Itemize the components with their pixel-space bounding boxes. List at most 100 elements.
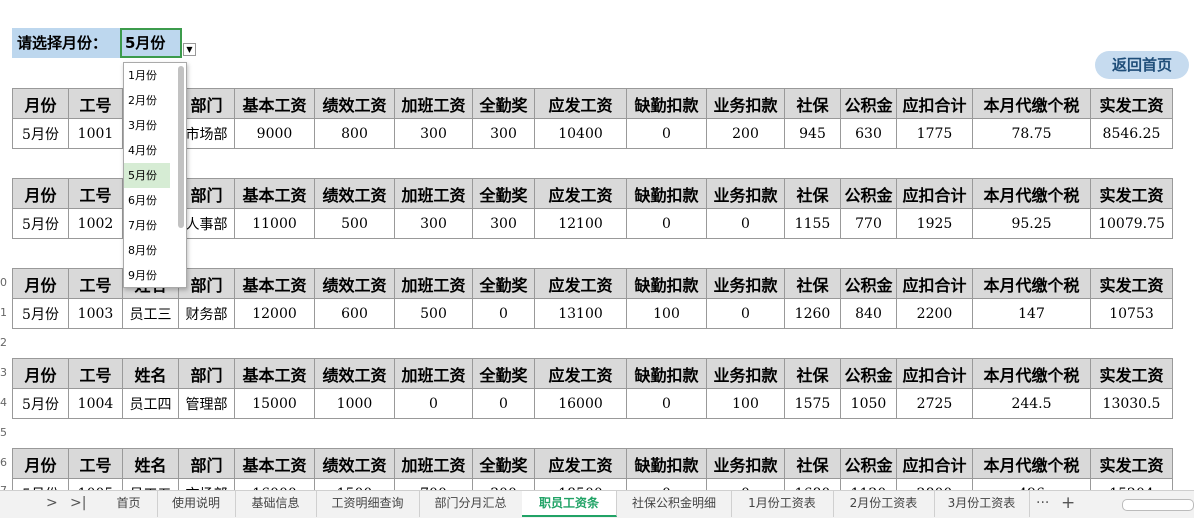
dropdown-option[interactable]: 3月份 bbox=[124, 113, 170, 138]
row-number[interactable]: 4 bbox=[0, 396, 12, 409]
header-cell[interactable]: 公积金 bbox=[840, 268, 897, 299]
value-cell[interactable]: 管理部 bbox=[178, 388, 235, 419]
row-number[interactable]: 2 bbox=[0, 336, 12, 349]
header-cell[interactable]: 工号 bbox=[68, 358, 123, 389]
value-cell[interactable]: 300 bbox=[472, 118, 535, 149]
header-cell[interactable]: 月份 bbox=[12, 358, 69, 389]
header-cell[interactable]: 业务扣款 bbox=[706, 358, 785, 389]
header-cell[interactable]: 月份 bbox=[12, 268, 69, 299]
header-cell[interactable]: 基本工资 bbox=[234, 358, 315, 389]
dropdown-option[interactable]: 2月份 bbox=[124, 88, 170, 113]
header-cell[interactable]: 缺勤扣款 bbox=[626, 178, 707, 209]
value-cell[interactable]: 16000 bbox=[534, 388, 627, 419]
sheet-tab[interactable]: 基础信息 bbox=[235, 491, 317, 517]
value-cell[interactable]: 13100 bbox=[534, 298, 627, 329]
value-cell[interactable]: 1925 bbox=[896, 208, 973, 239]
header-cell[interactable]: 应发工资 bbox=[534, 178, 627, 209]
value-cell[interactable]: 2200 bbox=[896, 298, 973, 329]
dropdown-option[interactable]: 8月份 bbox=[124, 238, 170, 263]
header-cell[interactable]: 加班工资 bbox=[394, 448, 473, 479]
value-cell[interactable]: 10400 bbox=[534, 118, 627, 149]
header-cell[interactable]: 加班工资 bbox=[394, 358, 473, 389]
value-cell[interactable]: 0 bbox=[626, 208, 707, 239]
value-cell[interactable]: 1260 bbox=[784, 298, 841, 329]
header-cell[interactable]: 公积金 bbox=[840, 448, 897, 479]
header-cell[interactable]: 业务扣款 bbox=[706, 178, 785, 209]
value-cell[interactable]: 1050 bbox=[840, 388, 897, 419]
header-cell[interactable]: 应发工资 bbox=[534, 88, 627, 119]
value-cell[interactable]: 600 bbox=[314, 298, 395, 329]
header-cell[interactable]: 部门 bbox=[178, 448, 235, 479]
value-cell[interactable]: 员工四 bbox=[122, 388, 179, 419]
header-cell[interactable]: 实发工资 bbox=[1090, 448, 1173, 479]
sheet-tab[interactable]: 1月份工资表 bbox=[731, 491, 834, 517]
value-cell[interactable]: 12100 bbox=[534, 208, 627, 239]
header-cell[interactable]: 公积金 bbox=[840, 358, 897, 389]
dropdown-option[interactable]: 5月份 bbox=[124, 163, 170, 188]
value-cell[interactable]: 770 bbox=[840, 208, 897, 239]
header-cell[interactable]: 月份 bbox=[12, 178, 69, 209]
header-cell[interactable]: 绩效工资 bbox=[314, 448, 395, 479]
dropdown-option[interactable]: 6月份 bbox=[124, 188, 170, 213]
value-cell[interactable]: 300 bbox=[394, 208, 473, 239]
sheet-tab[interactable]: 社保公积金明细 bbox=[617, 491, 732, 517]
sheet-tab[interactable]: 3月份工资表 bbox=[934, 491, 1030, 517]
header-cell[interactable]: 应扣合计 bbox=[896, 358, 973, 389]
value-cell[interactable]: 1000 bbox=[314, 388, 395, 419]
header-cell[interactable]: 社保 bbox=[784, 358, 841, 389]
header-cell[interactable]: 应发工资 bbox=[534, 448, 627, 479]
value-cell[interactable]: 100 bbox=[626, 298, 707, 329]
header-cell[interactable]: 实发工资 bbox=[1090, 88, 1173, 119]
dropdown-option[interactable]: 9月份 bbox=[124, 263, 170, 288]
sheet-tab[interactable]: 首页 bbox=[100, 491, 158, 517]
value-cell[interactable]: 5月份 bbox=[12, 118, 69, 149]
header-cell[interactable]: 加班工资 bbox=[394, 178, 473, 209]
header-cell[interactable]: 公积金 bbox=[840, 88, 897, 119]
value-cell[interactable]: 945 bbox=[784, 118, 841, 149]
header-cell[interactable]: 业务扣款 bbox=[706, 268, 785, 299]
header-cell[interactable]: 本月代缴个税 bbox=[972, 358, 1091, 389]
value-cell[interactable]: 1575 bbox=[784, 388, 841, 419]
sheet-tab[interactable]: 工资明细查询 bbox=[316, 491, 420, 517]
header-cell[interactable]: 基本工资 bbox=[234, 88, 315, 119]
header-cell[interactable]: 本月代缴个税 bbox=[972, 448, 1091, 479]
header-cell[interactable]: 应发工资 bbox=[534, 268, 627, 299]
header-cell[interactable]: 公积金 bbox=[840, 178, 897, 209]
dropdown-option[interactable]: 7月份 bbox=[124, 213, 170, 238]
value-cell[interactable]: 15000 bbox=[234, 388, 315, 419]
header-cell[interactable]: 全勤奖 bbox=[472, 268, 535, 299]
value-cell[interactable]: 0 bbox=[472, 388, 535, 419]
header-cell[interactable]: 业务扣款 bbox=[706, 448, 785, 479]
value-cell[interactable]: 5月份 bbox=[12, 208, 69, 239]
header-cell[interactable]: 应扣合计 bbox=[896, 88, 973, 119]
header-cell[interactable]: 基本工资 bbox=[234, 178, 315, 209]
header-cell[interactable]: 月份 bbox=[12, 448, 69, 479]
next-sheet-icon[interactable]: > bbox=[46, 495, 58, 511]
header-cell[interactable]: 基本工资 bbox=[234, 268, 315, 299]
value-cell[interactable]: 500 bbox=[394, 298, 473, 329]
value-cell[interactable]: 78.75 bbox=[972, 118, 1091, 149]
header-cell[interactable]: 实发工资 bbox=[1090, 178, 1173, 209]
value-cell[interactable]: 100 bbox=[706, 388, 785, 419]
value-cell[interactable]: 147 bbox=[972, 298, 1091, 329]
value-cell[interactable]: 2725 bbox=[896, 388, 973, 419]
value-cell[interactable]: 95.25 bbox=[972, 208, 1091, 239]
value-cell[interactable]: 10079.75 bbox=[1090, 208, 1173, 239]
header-cell[interactable]: 部门 bbox=[178, 358, 235, 389]
value-cell[interactable]: 200 bbox=[706, 118, 785, 149]
month-dropdown-list[interactable]: 1月份 2月份 3月份 4月份 5月份 6月份 7月份 8月份 9月份 bbox=[123, 62, 187, 288]
header-cell[interactable]: 社保 bbox=[784, 178, 841, 209]
value-cell[interactable]: 5月份 bbox=[12, 388, 69, 419]
header-cell[interactable]: 绩效工资 bbox=[314, 268, 395, 299]
sheet-tab[interactable]: 部门分月汇总 bbox=[419, 491, 523, 517]
value-cell[interactable]: 9000 bbox=[234, 118, 315, 149]
header-cell[interactable]: 应扣合计 bbox=[896, 178, 973, 209]
header-cell[interactable]: 绩效工资 bbox=[314, 178, 395, 209]
header-cell[interactable]: 社保 bbox=[784, 88, 841, 119]
value-cell[interactable]: 300 bbox=[472, 208, 535, 239]
header-cell[interactable]: 加班工资 bbox=[394, 88, 473, 119]
header-cell[interactable]: 社保 bbox=[784, 448, 841, 479]
value-cell[interactable]: 13030.5 bbox=[1090, 388, 1173, 419]
value-cell[interactable]: 1004 bbox=[68, 388, 123, 419]
add-sheet-icon[interactable]: + bbox=[1061, 493, 1075, 513]
